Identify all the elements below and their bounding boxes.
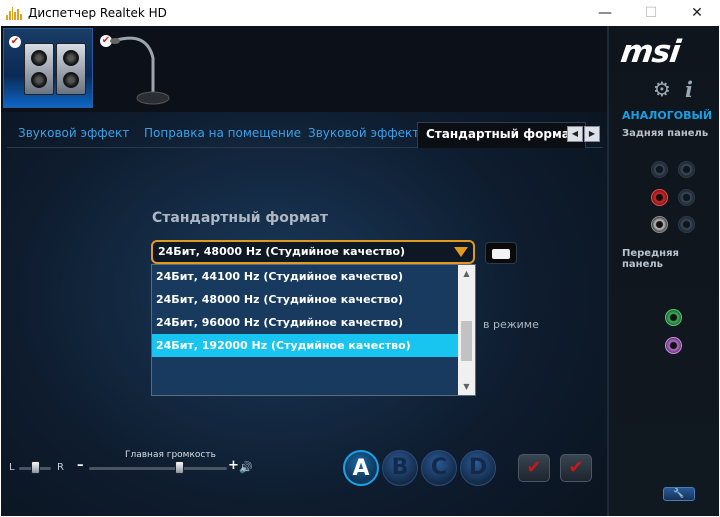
format-option[interactable]: 24Бит, 44100 Hz (Студийное качество) bbox=[152, 265, 459, 288]
info-icon[interactable]: i bbox=[685, 77, 693, 102]
format-dropdown-list: 24Бит, 44100 Hz (Студийное качество) 24Б… bbox=[151, 264, 476, 396]
main-volume-label: Главная громкость bbox=[125, 450, 216, 460]
tab-scroll-left-icon[interactable]: ◀ bbox=[567, 126, 583, 142]
front-panel-label: Передняя панель bbox=[622, 248, 679, 270]
format-select-value: 24Бит, 48000 Hz (Студийное качество) bbox=[158, 245, 406, 258]
main-volume-slider[interactable] bbox=[89, 467, 227, 470]
rear-panel-label: Задняя панель bbox=[622, 128, 709, 139]
maximize-button[interactable]: ☐ bbox=[628, 0, 674, 26]
format-option[interactable]: 24Бит, 96000 Hz (Студийное качество) bbox=[152, 311, 459, 334]
volume-plus-icon: + bbox=[228, 458, 239, 473]
section-title: Стандартный формат bbox=[152, 210, 328, 226]
device-strip: ✔ ✔ bbox=[1, 26, 607, 112]
speakers-default-check-icon: ✔ bbox=[9, 36, 21, 48]
profile-a-button[interactable]: A bbox=[343, 450, 379, 486]
apply-all-check-button[interactable]: ✔ bbox=[560, 454, 592, 482]
apply-check-button[interactable]: ✔ bbox=[518, 454, 550, 482]
title-bar: Диспетчер Realtek HD — ☐ ✕ bbox=[0, 0, 720, 26]
realtek-main-window: ✔ ✔ Звуковой эффект Поправка на помещени… bbox=[1, 26, 719, 516]
balance-slider-thumb[interactable] bbox=[31, 461, 40, 474]
device-speakers[interactable]: ✔ bbox=[3, 28, 93, 108]
window-title: Диспетчер Realtek HD bbox=[28, 6, 167, 20]
balance-right-label: R bbox=[57, 462, 64, 473]
tab-room-correction[interactable]: Поправка на помещение bbox=[144, 126, 301, 140]
tab-bar: Звуковой эффект Поправка на помещение Зв… bbox=[7, 122, 603, 148]
microphone-icon bbox=[110, 36, 170, 105]
msi-logo: msi bbox=[618, 34, 682, 70]
speaker-volume-icon[interactable]: 🔊 bbox=[239, 461, 253, 474]
partially-hidden-label: в режиме bbox=[483, 318, 539, 331]
profile-d-button[interactable]: D bbox=[460, 450, 496, 486]
front-jack-pink[interactable] bbox=[665, 337, 682, 354]
rear-jack-red[interactable] bbox=[651, 189, 668, 206]
scroll-down-icon[interactable]: ▼ bbox=[458, 378, 475, 395]
scrollbar-thumb[interactable] bbox=[461, 321, 472, 361]
wrench-icon[interactable]: 🔧 bbox=[663, 487, 695, 501]
realtek-app-icon bbox=[6, 6, 22, 20]
close-button[interactable]: ✕ bbox=[674, 0, 720, 26]
minimize-button[interactable]: — bbox=[582, 0, 628, 26]
balance-left-label: L bbox=[9, 462, 15, 473]
speaker-right-icon bbox=[56, 43, 86, 95]
tab-scroll-right-icon[interactable]: ▶ bbox=[584, 126, 600, 142]
rear-jack-black[interactable] bbox=[651, 216, 668, 233]
format-select[interactable]: 24Бит, 48000 Hz (Студийное качество) bbox=[151, 240, 475, 264]
analog-label: АНАЛОГОВЫЙ bbox=[622, 109, 713, 122]
front-jack-green[interactable] bbox=[665, 309, 682, 326]
speaker-left-icon bbox=[24, 43, 54, 95]
dropdown-scrollbar[interactable]: ▲ ▼ bbox=[458, 265, 475, 395]
rear-jack-6[interactable] bbox=[678, 216, 695, 233]
tab-default-format[interactable]: Стандартный формат bbox=[417, 122, 586, 148]
format-option[interactable]: 24Бит, 48000 Hz (Студийное качество) bbox=[152, 288, 459, 311]
format-option-selected[interactable]: 24Бит, 192000 Hz (Студийное качество) bbox=[152, 334, 459, 357]
right-panel: msi ⚙ i АНАЛОГОВЫЙ Задняя панель Передня… bbox=[607, 26, 719, 516]
profile-c-button[interactable]: C bbox=[421, 450, 457, 486]
device-microphone[interactable]: ✔ bbox=[95, 28, 185, 108]
tab-sound-effect[interactable]: Звуковой эффект bbox=[18, 126, 129, 140]
rear-jack-2[interactable] bbox=[678, 161, 695, 178]
volume-minus-icon: – bbox=[77, 458, 84, 473]
gear-icon[interactable]: ⚙ bbox=[653, 77, 671, 101]
main-volume-slider-thumb[interactable] bbox=[175, 461, 184, 474]
rear-jack-1[interactable] bbox=[651, 161, 668, 178]
scroll-up-icon[interactable]: ▲ bbox=[458, 265, 475, 282]
format-toggle-button[interactable] bbox=[485, 242, 517, 264]
tab-sound-effect-2[interactable]: Звуковой эффект bbox=[308, 126, 419, 140]
profile-b-button[interactable]: B bbox=[382, 450, 418, 486]
left-panel: ✔ ✔ Звуковой эффект Поправка на помещени… bbox=[1, 26, 607, 516]
chevron-down-icon[interactable] bbox=[454, 247, 468, 257]
rear-jack-4[interactable] bbox=[678, 189, 695, 206]
